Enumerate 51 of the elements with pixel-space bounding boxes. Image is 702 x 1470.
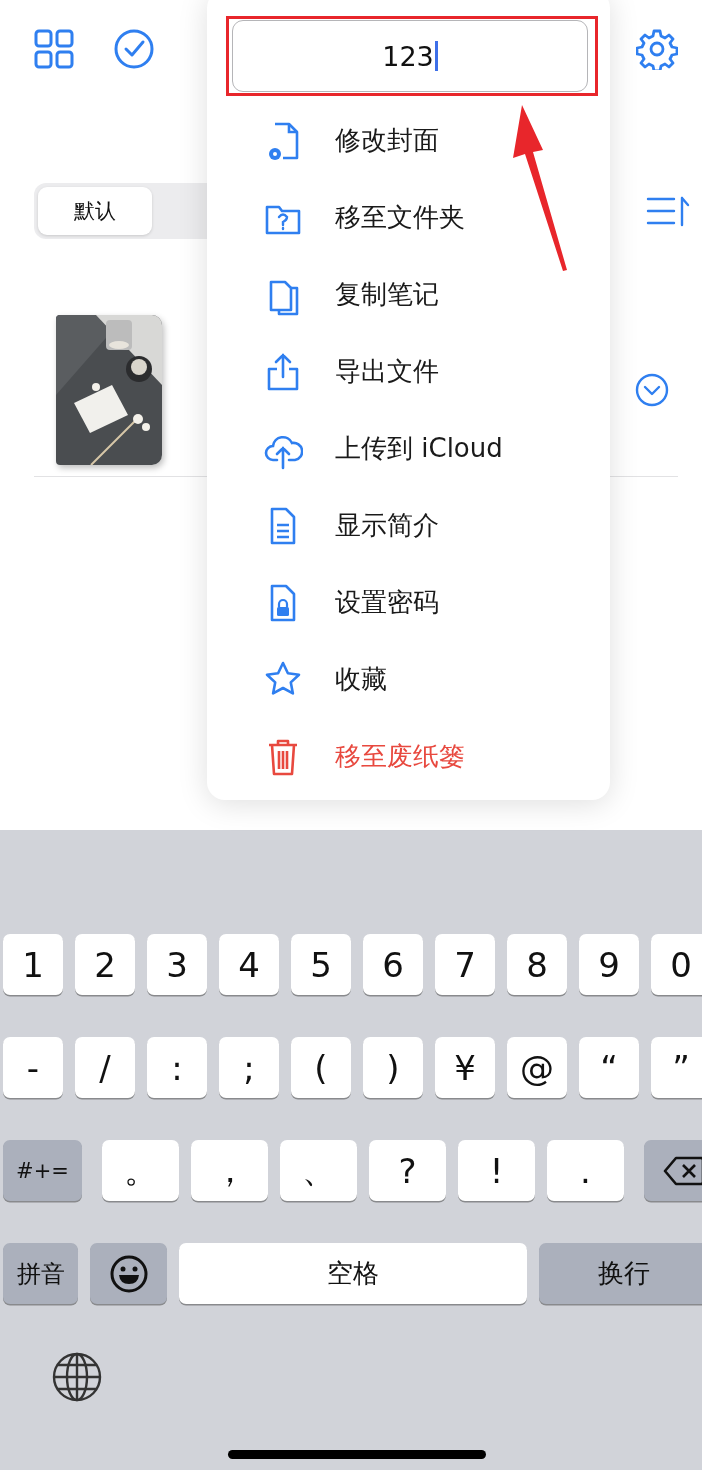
grid-icon[interactable] bbox=[34, 29, 74, 69]
keyboard-key[interactable]: #+= bbox=[3, 1140, 82, 1201]
chevron-down-circle-icon[interactable] bbox=[635, 373, 669, 407]
menu-item[interactable]: 上传到 iCloud bbox=[229, 410, 588, 487]
keyboard-key[interactable]: 0 bbox=[651, 934, 702, 995]
segment[interactable]: 默认 bbox=[38, 187, 152, 235]
keyboard-key[interactable]: ; bbox=[219, 1037, 279, 1098]
keyboard-key[interactable]: ? bbox=[369, 1140, 446, 1201]
keyboard-key[interactable]: 换行 bbox=[539, 1243, 702, 1304]
menu-item[interactable]: 修改封面 bbox=[229, 102, 588, 179]
keyboard-key[interactable]: - bbox=[3, 1037, 63, 1098]
backspace-icon bbox=[663, 1154, 702, 1187]
globe-icon bbox=[51, 1350, 103, 1403]
sort-icon[interactable] bbox=[646, 195, 690, 227]
keyboard-key[interactable]: ( bbox=[291, 1037, 351, 1098]
keyboard-key[interactable]: ， bbox=[191, 1140, 268, 1201]
keyboard-key[interactable]: . bbox=[547, 1140, 624, 1201]
keyboard-key[interactable]: 5 bbox=[291, 934, 351, 995]
keyboard-key[interactable]: “ bbox=[579, 1037, 639, 1098]
keyboard-key[interactable]: / bbox=[75, 1037, 135, 1098]
menu-item[interactable]: 移至废纸篓 bbox=[229, 718, 588, 795]
keyboard-key[interactable]: 7 bbox=[435, 934, 495, 995]
keyboard-key[interactable] bbox=[644, 1140, 702, 1201]
menu-item[interactable]: 导出文件 bbox=[229, 333, 588, 410]
keyboard-key[interactable]: ! bbox=[458, 1140, 535, 1201]
keyboard-key[interactable]: 、 bbox=[280, 1140, 357, 1201]
menu-item[interactable]: 复制笔记 bbox=[229, 256, 588, 333]
settings-icon[interactable] bbox=[636, 28, 678, 70]
keyboard-key[interactable]: 拼音 bbox=[3, 1243, 78, 1304]
keyboard-key[interactable]: 1 bbox=[3, 934, 63, 995]
menu-item[interactable]: 收藏 bbox=[229, 641, 588, 718]
keyboard-key[interactable]: 4 bbox=[219, 934, 279, 995]
keyboard-key[interactable]: 6 bbox=[363, 934, 423, 995]
menu-item[interactable]: 显示简介 bbox=[229, 487, 588, 564]
checkmark-circle-icon[interactable] bbox=[114, 29, 154, 69]
keyboard-key[interactable]: ¥ bbox=[435, 1037, 495, 1098]
keyboard-key[interactable]: 3 bbox=[147, 934, 207, 995]
keyboard-key[interactable]: @ bbox=[507, 1037, 567, 1098]
keyboard-key[interactable]: 9 bbox=[579, 934, 639, 995]
keyboard-key[interactable]: ) bbox=[363, 1037, 423, 1098]
input-field[interactable]: 123 bbox=[232, 20, 588, 92]
keyboard-key[interactable]: : bbox=[147, 1037, 207, 1098]
menu-item[interactable]: 移至文件夹 bbox=[229, 179, 588, 256]
keyboard-key[interactable]: 2 bbox=[75, 934, 135, 995]
keyboard-key[interactable]: 空格 bbox=[179, 1243, 527, 1304]
keyboard-key[interactable]: 。 bbox=[102, 1140, 179, 1201]
emoji-icon bbox=[108, 1253, 149, 1294]
keyboard-key[interactable]: ” bbox=[651, 1037, 702, 1098]
keyboard-key[interactable]: 8 bbox=[507, 934, 567, 995]
menu-item[interactable]: 设置密码 bbox=[229, 564, 588, 641]
keyboard-key[interactable] bbox=[90, 1243, 167, 1304]
